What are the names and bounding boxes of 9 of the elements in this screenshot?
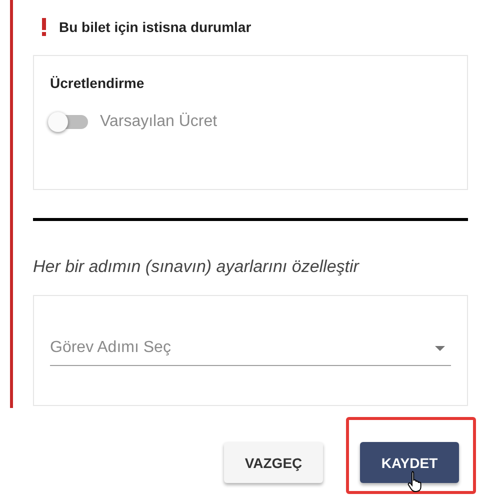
customize-text: Her bir adımın (sınavın) ayarlarını özelleştir	[33, 257, 360, 277]
toggle-label: Varsayılan Ücret	[100, 113, 218, 131]
toggle-switch[interactable]	[50, 115, 88, 129]
exclamation-icon	[41, 18, 47, 36]
section-title: Bu bilet için istisna durumlar	[59, 19, 252, 35]
save-button[interactable]: KAYDET	[360, 442, 459, 483]
cancel-button[interactable]: VAZGEÇ	[224, 442, 323, 483]
dropdown-caret-icon	[435, 346, 445, 350]
card-title: Ücretlendirme	[50, 75, 146, 91]
